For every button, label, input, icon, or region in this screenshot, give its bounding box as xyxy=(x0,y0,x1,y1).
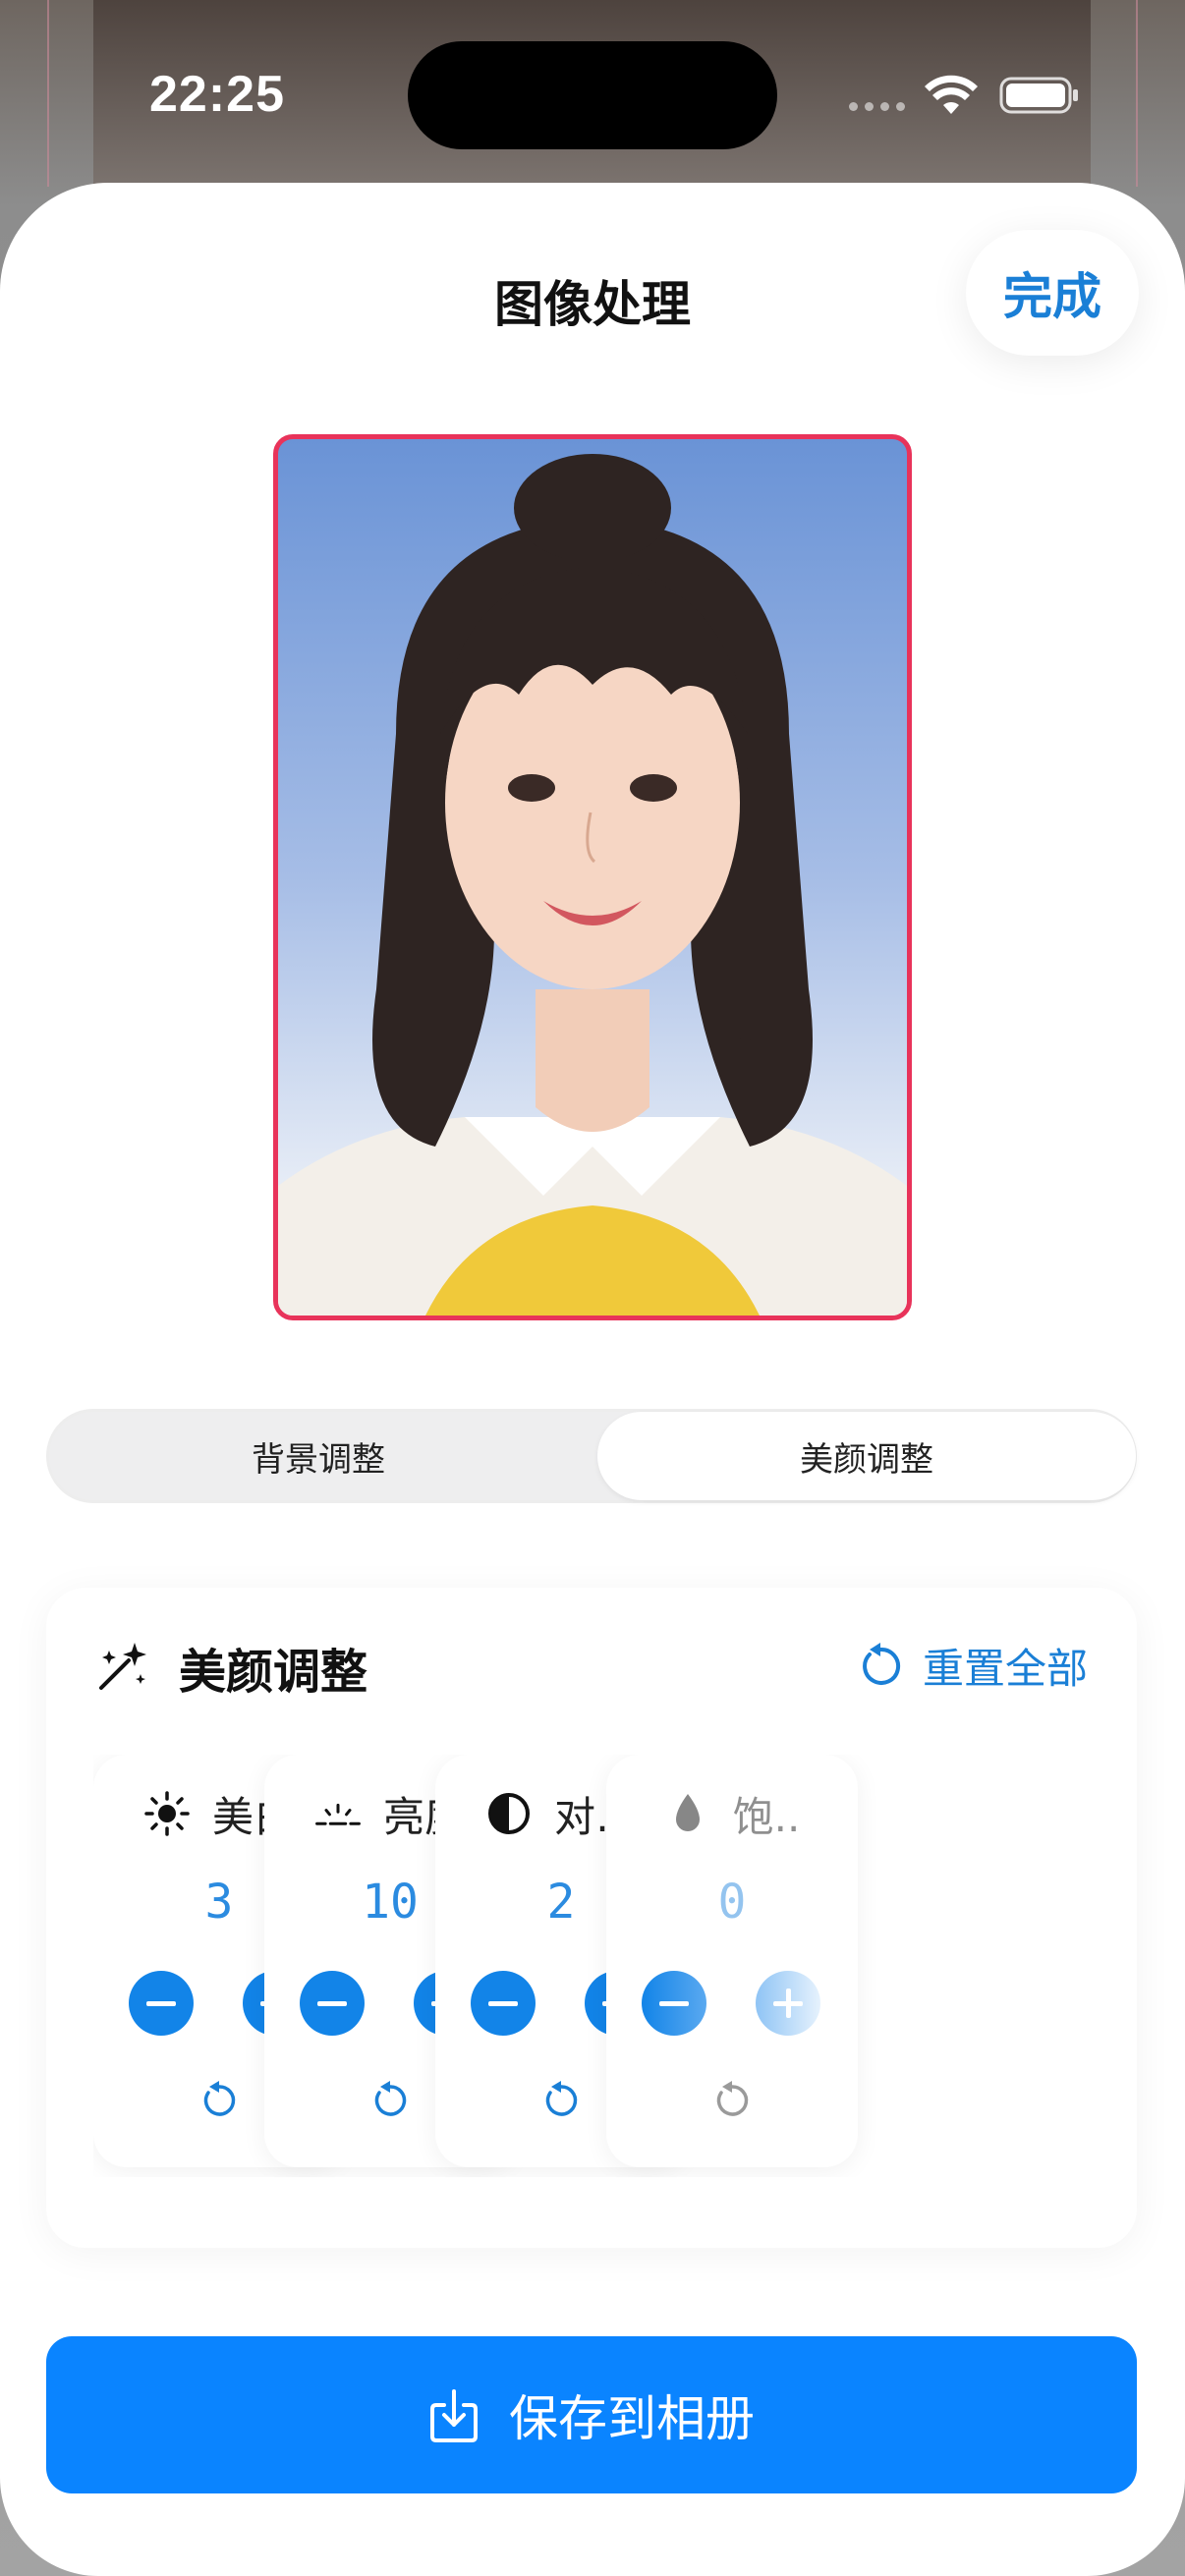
reset-icon xyxy=(863,1643,901,1685)
sunrise-icon xyxy=(315,1803,361,1825)
status-time: 22:25 xyxy=(149,66,285,123)
reset-all-label: 重置全部 xyxy=(922,1644,1088,1693)
decrease-button[interactable] xyxy=(642,1971,706,2036)
reset-icon[interactable] xyxy=(710,2079,754,2122)
portrait-photo[interactable] xyxy=(273,434,912,1320)
reset-icon[interactable] xyxy=(539,2079,583,2122)
tab-background-adjust[interactable]: 背景调整 xyxy=(49,1412,588,1500)
cellular-signal-icon xyxy=(849,102,905,111)
image-processing-sheet: 图像处理 完成 背景调整 美颜调整 美颜调整 重置全部 美白 3 亮度 10 对… xyxy=(0,183,1185,2576)
save-button-label: 保存到相册 xyxy=(509,2390,755,2447)
increase-button[interactable] xyxy=(756,1971,820,2036)
adjust-card-value: 0 xyxy=(717,1875,747,1930)
decrease-button[interactable] xyxy=(300,1971,365,2036)
contrast-icon xyxy=(487,1793,530,1834)
decrease-button[interactable] xyxy=(471,1971,536,2036)
reset-icon[interactable] xyxy=(198,2079,241,2122)
panel-title: 美颜调整 xyxy=(179,1645,368,1700)
download-tray-icon xyxy=(430,2389,478,2442)
adjust-card-saturation: 饱.. 0 xyxy=(606,1755,858,2167)
drop-icon xyxy=(675,1794,700,1831)
beauty-adjust-panel: 美颜调整 重置全部 美白 3 亮度 10 对… 2 饱.. 0 xyxy=(46,1588,1137,2248)
decrease-button[interactable] xyxy=(129,1971,194,2036)
portrait-illustration xyxy=(278,454,907,1316)
done-button[interactable]: 完成 xyxy=(966,230,1139,356)
battery-icon xyxy=(999,77,1078,114)
magic-wand-icon xyxy=(99,1643,146,1690)
status-bar: 22:25 xyxy=(0,0,1185,187)
reset-icon[interactable] xyxy=(368,2079,412,2122)
adjustment-mode-segmented-control: 背景调整 美颜调整 xyxy=(46,1409,1137,1503)
dynamic-island xyxy=(408,41,777,149)
tab-beauty-adjust[interactable]: 美颜调整 xyxy=(597,1412,1136,1500)
adjust-card-label: 饱.. xyxy=(732,1792,801,1841)
sun-icon xyxy=(144,1791,190,1836)
save-to-album-button[interactable]: 保存到相册 xyxy=(46,2336,1137,2493)
wifi-icon xyxy=(925,75,978,114)
reset-all-button[interactable]: 重置全部 xyxy=(856,1633,1088,1698)
adjustment-cards-scroller[interactable]: 美白 3 亮度 10 对… 2 饱.. 0 xyxy=(93,1755,1137,2177)
